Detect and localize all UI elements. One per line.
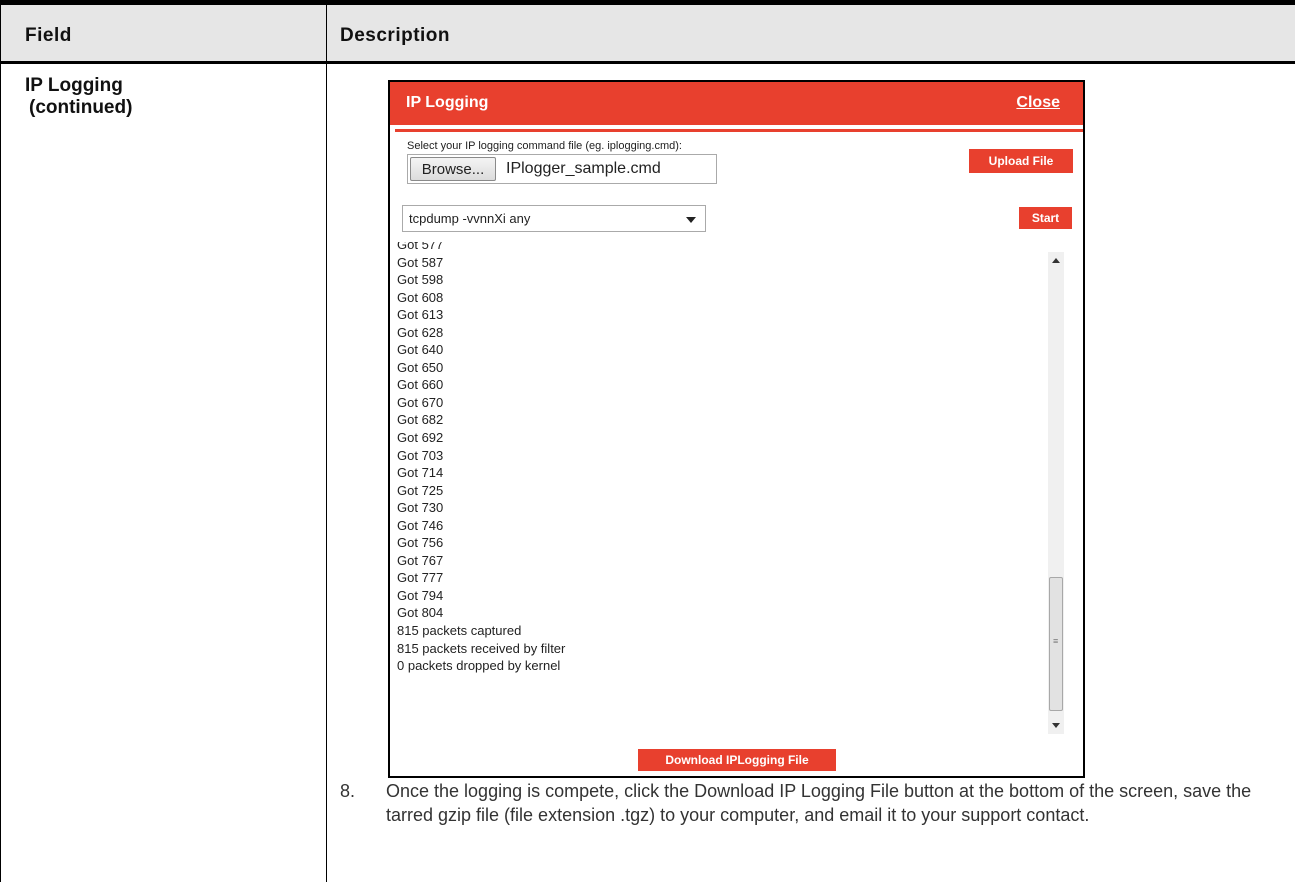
- log-line: Got 730: [397, 500, 444, 516]
- step-number: 8.: [340, 781, 356, 801]
- log-lines: Got 577 Got 587 Got 598 Got 608 Got 613 Got 6…: [397, 242, 1037, 675]
- file-input[interactable]: Browse... IPlogger_sample.cmd: [407, 154, 717, 184]
- log-line: Got 794: [397, 587, 444, 603]
- field-name-cell: IP Logging (continued): [25, 75, 132, 119]
- log-output[interactable]: Got 577 Got 587 Got 598 Got 608 Got 613 Got 6…: [397, 242, 1068, 738]
- scroll-up-arrow-icon[interactable]: [1052, 258, 1060, 263]
- column-divider: [326, 5, 327, 882]
- log-line: Got 703: [397, 447, 444, 463]
- log-line: Got 613: [397, 307, 444, 323]
- chevron-down-icon: [686, 217, 696, 223]
- table-left-border: [0, 5, 1, 882]
- log-line: Got 714: [397, 465, 444, 481]
- log-line: Got 767: [397, 552, 444, 568]
- log-line: Got 640: [397, 342, 444, 358]
- log-line: Got 660: [397, 377, 444, 393]
- log-line: Got 650: [397, 359, 444, 375]
- scroll-down-arrow-icon[interactable]: [1052, 723, 1060, 728]
- log-line: Got 725: [397, 482, 444, 498]
- select-file-label: Select your IP logging command file (eg.…: [407, 140, 682, 152]
- ip-logging-dialog: IP Logging Close Select your IP logging …: [388, 80, 1085, 778]
- command-select[interactable]: tcpdump -vvnnXi any: [402, 205, 706, 232]
- log-line: Got 756: [397, 535, 444, 551]
- log-line: 815 packets captured: [397, 623, 522, 639]
- close-link[interactable]: Close: [1016, 94, 1060, 112]
- log-line: Got 692: [397, 430, 444, 446]
- table-header-row: Field Description: [0, 5, 1295, 64]
- log-line: Got 598: [397, 272, 444, 288]
- upload-file-button[interactable]: Upload File: [969, 149, 1073, 173]
- log-line: Got 804: [397, 605, 444, 621]
- log-line: Got 587: [397, 254, 444, 270]
- log-line: Got 577: [397, 242, 444, 252]
- grip-icon: ≡: [1053, 636, 1059, 646]
- field-name-line1: IP Logging: [25, 75, 123, 96]
- log-line: Got 670: [397, 394, 444, 410]
- log-scrollbar[interactable]: ≡: [1048, 252, 1064, 734]
- log-line: 0 packets dropped by kernel: [397, 658, 561, 674]
- browse-button[interactable]: Browse...: [410, 157, 496, 181]
- command-select-value: tcpdump -vvnnXi any: [409, 211, 531, 226]
- header-description: Description: [340, 25, 451, 46]
- field-name-line2: (continued): [29, 97, 133, 118]
- log-line: Got 746: [397, 517, 444, 533]
- dialog-title: IP Logging: [406, 94, 489, 111]
- dialog-titlebar: IP Logging Close: [390, 82, 1083, 125]
- title-divider: [395, 129, 1083, 132]
- download-iplogging-button[interactable]: Download IPLogging File: [638, 749, 836, 771]
- log-line: Got 628: [397, 324, 444, 340]
- start-button[interactable]: Start: [1019, 207, 1072, 229]
- header-field: Field: [25, 25, 72, 46]
- scroll-thumb[interactable]: ≡: [1049, 577, 1063, 711]
- log-line: Got 682: [397, 412, 444, 428]
- step-text: Once the logging is compete, click the D…: [386, 781, 1252, 825]
- selected-file-name: IPlogger_sample.cmd: [506, 160, 661, 177]
- log-line: Got 608: [397, 289, 444, 305]
- log-line: 815 packets received by filter: [397, 640, 566, 656]
- log-line: Got 777: [397, 570, 444, 586]
